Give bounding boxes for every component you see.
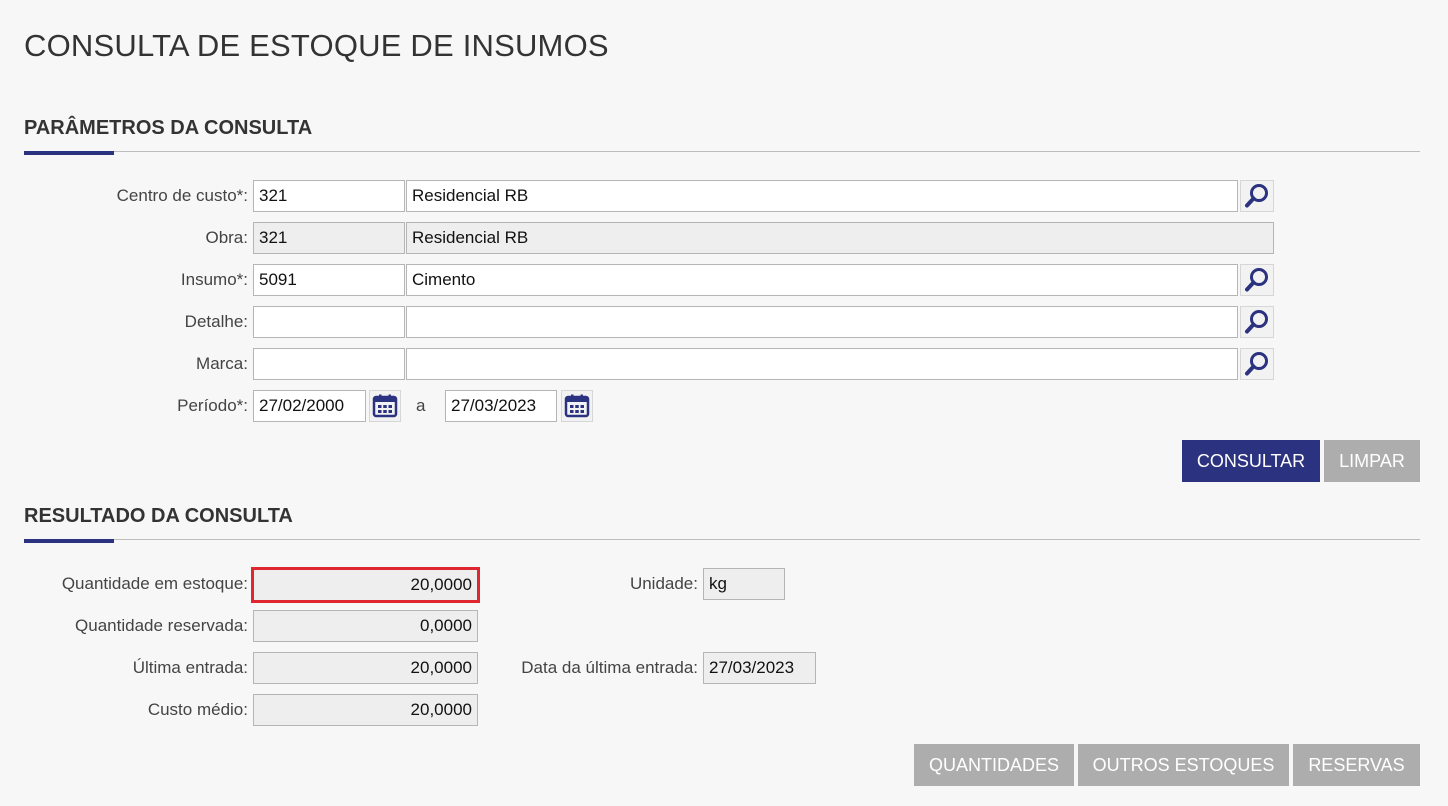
params-section-divider — [24, 151, 1420, 152]
detalhe-code-input[interactable] — [253, 306, 405, 338]
detalhe-label: Detalhe: — [184, 312, 248, 331]
insumo-label: Insumo*: — [180, 270, 248, 289]
search-icon — [1245, 184, 1268, 208]
marca-code-input[interactable] — [253, 348, 405, 380]
data-ultima-entrada-field — [703, 652, 816, 684]
marca-label: Marca: — [196, 354, 248, 373]
page-title: CONSULTA DE ESTOQUE DE INSUMOS — [24, 28, 609, 63]
unidade-field — [703, 568, 785, 600]
quantidade-reservada-field — [253, 610, 478, 642]
centro-custo-code-input[interactable] — [253, 180, 405, 212]
centro-custo-label: Centro de custo*: — [116, 186, 248, 205]
reservas-button[interactable]: RESERVAS — [1293, 744, 1420, 786]
search-icon — [1245, 268, 1268, 292]
data-ultima-entrada-label: Data da última entrada: — [521, 658, 698, 677]
periodo-start-calendar-button[interactable] — [369, 390, 401, 422]
periodo-label: Período*: — [177, 396, 248, 415]
custo-medio-label: Custo médio: — [147, 700, 248, 719]
periodo-separator: a — [416, 396, 426, 415]
ultima-entrada-label: Última entrada: — [132, 658, 248, 677]
detalhe-name-input[interactable] — [406, 306, 1238, 338]
marca-search-button[interactable] — [1240, 348, 1274, 380]
search-icon — [1245, 310, 1268, 334]
limpar-button[interactable]: LIMPAR — [1324, 440, 1420, 482]
calendar-icon — [564, 394, 590, 418]
quantidade-estoque-field — [251, 567, 480, 603]
consultar-button[interactable]: CONSULTAR — [1182, 440, 1320, 482]
search-icon — [1245, 352, 1268, 376]
obra-code-field — [253, 222, 405, 254]
centro-custo-name-input[interactable] — [406, 180, 1238, 212]
insumo-search-button[interactable] — [1240, 264, 1274, 296]
custo-medio-field — [253, 694, 478, 726]
marca-name-input[interactable] — [406, 348, 1238, 380]
params-section-title: PARÂMETROS DA CONSULTA — [24, 117, 313, 139]
insumo-code-input[interactable] — [253, 264, 405, 296]
quantidade-reservada-label: Quantidade reservada: — [75, 616, 248, 635]
periodo-start-input[interactable] — [253, 390, 366, 422]
result-section-divider — [24, 539, 1420, 540]
ultima-entrada-field — [253, 652, 478, 684]
detalhe-search-button[interactable] — [1240, 306, 1274, 338]
params-section-accent — [24, 151, 114, 155]
periodo-end-input[interactable] — [445, 390, 557, 422]
insumo-name-input[interactable] — [406, 264, 1238, 296]
outros-estoques-button[interactable]: OUTROS ESTOQUES — [1078, 744, 1289, 786]
obra-name-field — [406, 222, 1274, 254]
centro-custo-search-button[interactable] — [1240, 180, 1274, 212]
calendar-icon — [372, 394, 398, 418]
periodo-end-calendar-button[interactable] — [561, 390, 593, 422]
unidade-label: Unidade: — [629, 574, 698, 593]
quantidades-button[interactable]: QUANTIDADES — [914, 744, 1074, 786]
result-section-title: RESULTADO DA CONSULTA — [24, 505, 293, 527]
quantidade-estoque-label: Quantidade em estoque: — [61, 574, 248, 593]
result-section-accent — [24, 539, 114, 543]
obra-label: Obra: — [205, 228, 248, 247]
